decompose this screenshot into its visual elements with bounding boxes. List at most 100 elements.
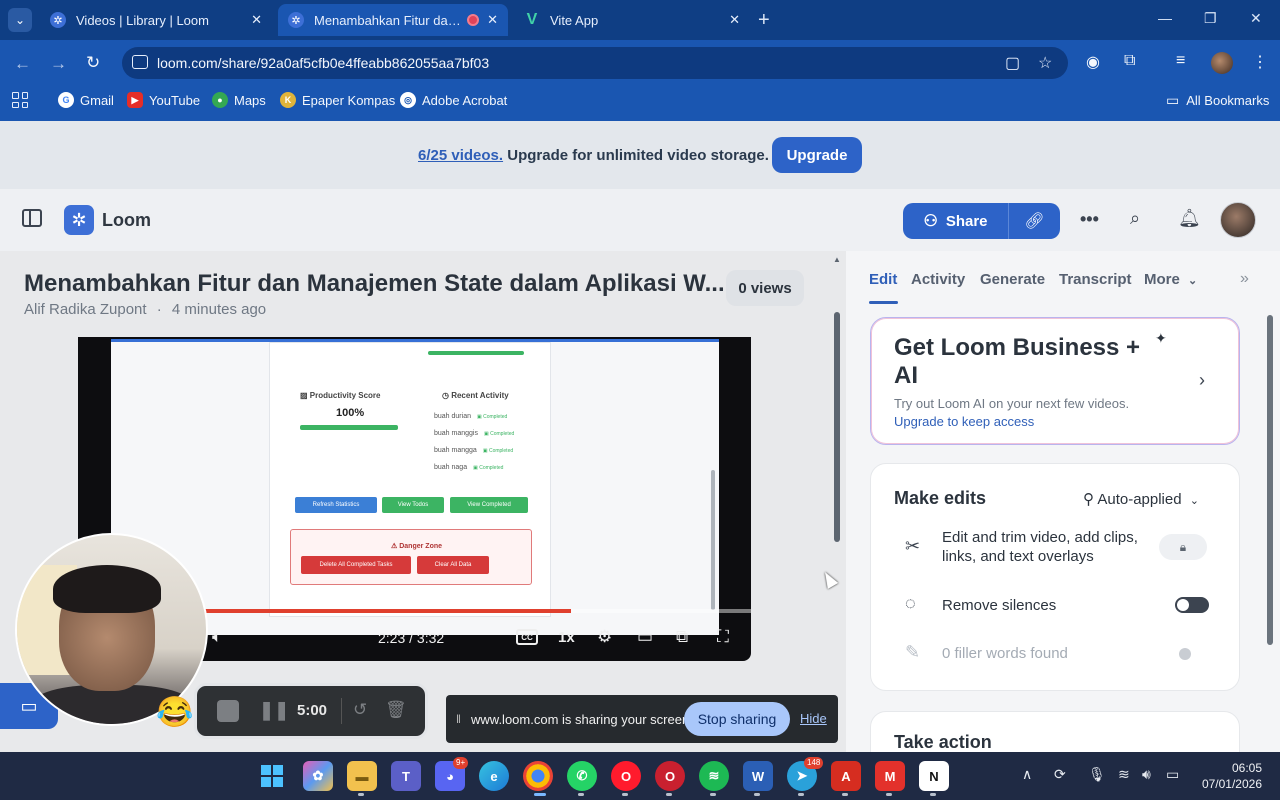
pause-recording-icon[interactable]: ❚❚ (259, 700, 289, 721)
system-clock[interactable]: 06:05 07/01/2026 (1196, 760, 1262, 792)
sync-icon[interactable]: ⟳ (1054, 766, 1066, 783)
upgrade-button[interactable]: Upgrade (772, 137, 862, 173)
author-name[interactable]: Alif Radika Zupont (24, 301, 147, 318)
main-scrollbar[interactable]: ▲ (833, 255, 841, 752)
stop-sharing-button[interactable]: Stop sharing (684, 702, 790, 736)
whatsapp-icon[interactable]: ✆ (567, 761, 597, 791)
teams-icon[interactable]: T (391, 761, 421, 791)
business-ai-promo[interactable]: Get Loom Business + AI ✦ Try out Loom AI… (870, 317, 1240, 445)
tab-transcript[interactable]: Transcript (1059, 271, 1132, 288)
video-count-link[interactable]: 6/25 videos. (418, 147, 503, 164)
drag-handle-icon[interactable]: ‖ (456, 712, 461, 726)
tab-current-video[interactable]: ✲ Menambahkan Fitur dan M ✕ (278, 4, 508, 36)
wifi-icon[interactable]: ≋ (1118, 766, 1130, 783)
stop-recording-icon[interactable] (217, 700, 239, 722)
scroll-thumb[interactable] (834, 312, 840, 542)
edit-trim-text[interactable]: Edit and trim video, add clips, links, a… (942, 528, 1162, 566)
bookmark-star-icon[interactable]: ☆ (1038, 53, 1052, 73)
settings-gear-icon[interactable]: ⚙ (597, 627, 612, 647)
restart-recording-icon[interactable]: ↺ (353, 700, 367, 720)
picture-in-picture-icon[interactable]: ⧉ (676, 627, 688, 647)
tab-search-button[interactable]: ⌄ (8, 8, 32, 32)
minimize-icon[interactable]: — (1158, 10, 1172, 26)
battery-icon[interactable]: ▭ (1166, 766, 1179, 783)
collapse-panel-icon[interactable]: » (1240, 270, 1249, 288)
share-button[interactable]: ⚇ Share (903, 203, 1009, 239)
window-close-icon[interactable]: ✕ (1250, 10, 1262, 27)
start-menu-icon[interactable] (257, 761, 287, 791)
panel-scrollbar[interactable] (1266, 301, 1274, 752)
panel-scroll-thumb[interactable] (1267, 315, 1273, 645)
bookmark-gmail[interactable]: G Gmail (58, 92, 114, 108)
auto-applied-dropdown[interactable]: ⚲ Auto-applied ⌄ (1083, 490, 1199, 508)
chrome-icon[interactable] (523, 761, 553, 791)
bookmark-adobe-acrobat[interactable]: ◎ Adobe Acrobat (400, 92, 507, 108)
bell-icon[interactable]: 🔔︎ (1178, 208, 1201, 229)
url-text[interactable]: loom.com/share/92a0af5cfb0e4ffeabb862055… (157, 55, 489, 71)
delete-recording-icon[interactable]: 🗑︎ (385, 700, 407, 720)
scroll-up-icon[interactable]: ▲ (833, 255, 841, 264)
acrobat-icon[interactable]: A (831, 761, 861, 791)
media-controls-icon[interactable]: ≡ (1176, 52, 1185, 70)
sidebar-toggle-icon[interactable] (22, 209, 42, 227)
user-avatar[interactable] (1220, 202, 1256, 238)
more-options-icon[interactable]: ••• (1080, 209, 1099, 230)
menu-kebab-icon[interactable]: ⋮ (1252, 52, 1268, 72)
restore-icon[interactable]: ❐ (1204, 10, 1217, 27)
theater-mode-icon[interactable]: ▭ (637, 627, 653, 647)
remove-silences-toggle[interactable] (1175, 597, 1209, 613)
edge-icon[interactable]: e (479, 761, 509, 791)
notion-icon[interactable]: N (919, 761, 949, 791)
fullscreen-icon[interactable]: ⛶ (717, 627, 729, 647)
captions-button[interactable]: CC (516, 629, 538, 645)
spotify-icon[interactable]: ≋ (699, 761, 729, 791)
logo-text[interactable]: Loom (102, 210, 151, 231)
close-tab-icon[interactable]: ✕ (487, 12, 498, 28)
chevron-right-icon[interactable]: › (1199, 370, 1205, 391)
opera-gx-icon[interactable]: O (655, 761, 685, 791)
new-tab-icon[interactable]: + (758, 9, 770, 32)
playback-speed-button[interactable]: 1x (558, 629, 575, 646)
bookmark-youtube[interactable]: ▶ YouTube (127, 92, 200, 108)
back-icon[interactable]: ← (14, 54, 31, 74)
tab-videos-library[interactable]: ✲ Videos | Library | Loom ✕ (40, 4, 272, 36)
tab-vite-app[interactable]: V Vite App ✕ (514, 4, 750, 36)
laughing-emoji-icon[interactable]: 😂 (156, 695, 193, 730)
extensions-puzzle-icon[interactable]: ⧉ (1124, 52, 1135, 70)
microphone-icon[interactable]: 🎙︎ (1088, 766, 1106, 783)
filler-words-toggle[interactable] (1179, 648, 1191, 660)
upgrade-access-link[interactable]: Upgrade to keep access (894, 414, 1034, 429)
seek-bar[interactable] (198, 609, 751, 613)
remove-silences-text[interactable]: Remove silences (942, 596, 1162, 615)
bookmark-epaper-kompas[interactable]: K Epaper Kompas (280, 92, 395, 108)
search-icon[interactable]: ⌕ (1130, 208, 1140, 229)
extension-pinned-icon[interactable]: ◉ (1086, 52, 1100, 72)
forward-icon[interactable]: → (50, 54, 67, 74)
tab-edit[interactable]: Edit (869, 271, 897, 288)
apps-grid-icon[interactable] (12, 92, 28, 108)
all-bookmarks[interactable]: ▭ All Bookmarks (1166, 92, 1269, 109)
bookmark-maps[interactable]: ● Maps (212, 92, 266, 108)
close-tab-icon[interactable]: ✕ (729, 12, 740, 28)
tab-activity[interactable]: Activity (911, 271, 965, 288)
video-title[interactable]: Menambahkan Fitur dan Manajemen State da… (24, 270, 725, 298)
file-explorer-icon[interactable]: ▬ (347, 761, 377, 791)
tab-generate[interactable]: Generate (980, 271, 1045, 288)
tab-more[interactable]: More ⌄ (1144, 271, 1197, 288)
reload-icon[interactable]: ↻ (86, 53, 100, 73)
volume-icon[interactable]: 🔈︎ (212, 627, 222, 647)
opera-icon[interactable]: O (611, 761, 641, 791)
clipboard-icon[interactable]: ▢ (1005, 53, 1020, 73)
lock-icon[interactable]: 🔒︎ (1159, 534, 1207, 560)
app-red-icon[interactable]: M (875, 761, 905, 791)
speaker-icon[interactable]: 🔊︎ (1142, 766, 1151, 783)
copilot-icon[interactable]: ✿ (303, 761, 333, 791)
profile-avatar-icon[interactable] (1211, 52, 1233, 74)
views-badge[interactable]: 0 views (726, 270, 804, 306)
tray-overflow-icon[interactable]: ∧ (1022, 766, 1032, 783)
site-info-icon[interactable] (132, 55, 148, 69)
word-icon[interactable]: W (743, 761, 773, 791)
copy-link-icon[interactable]: 🔗︎ (1009, 203, 1060, 239)
close-tab-icon[interactable]: ✕ (251, 12, 262, 28)
loom-logo-icon[interactable]: ✲ (64, 205, 94, 235)
